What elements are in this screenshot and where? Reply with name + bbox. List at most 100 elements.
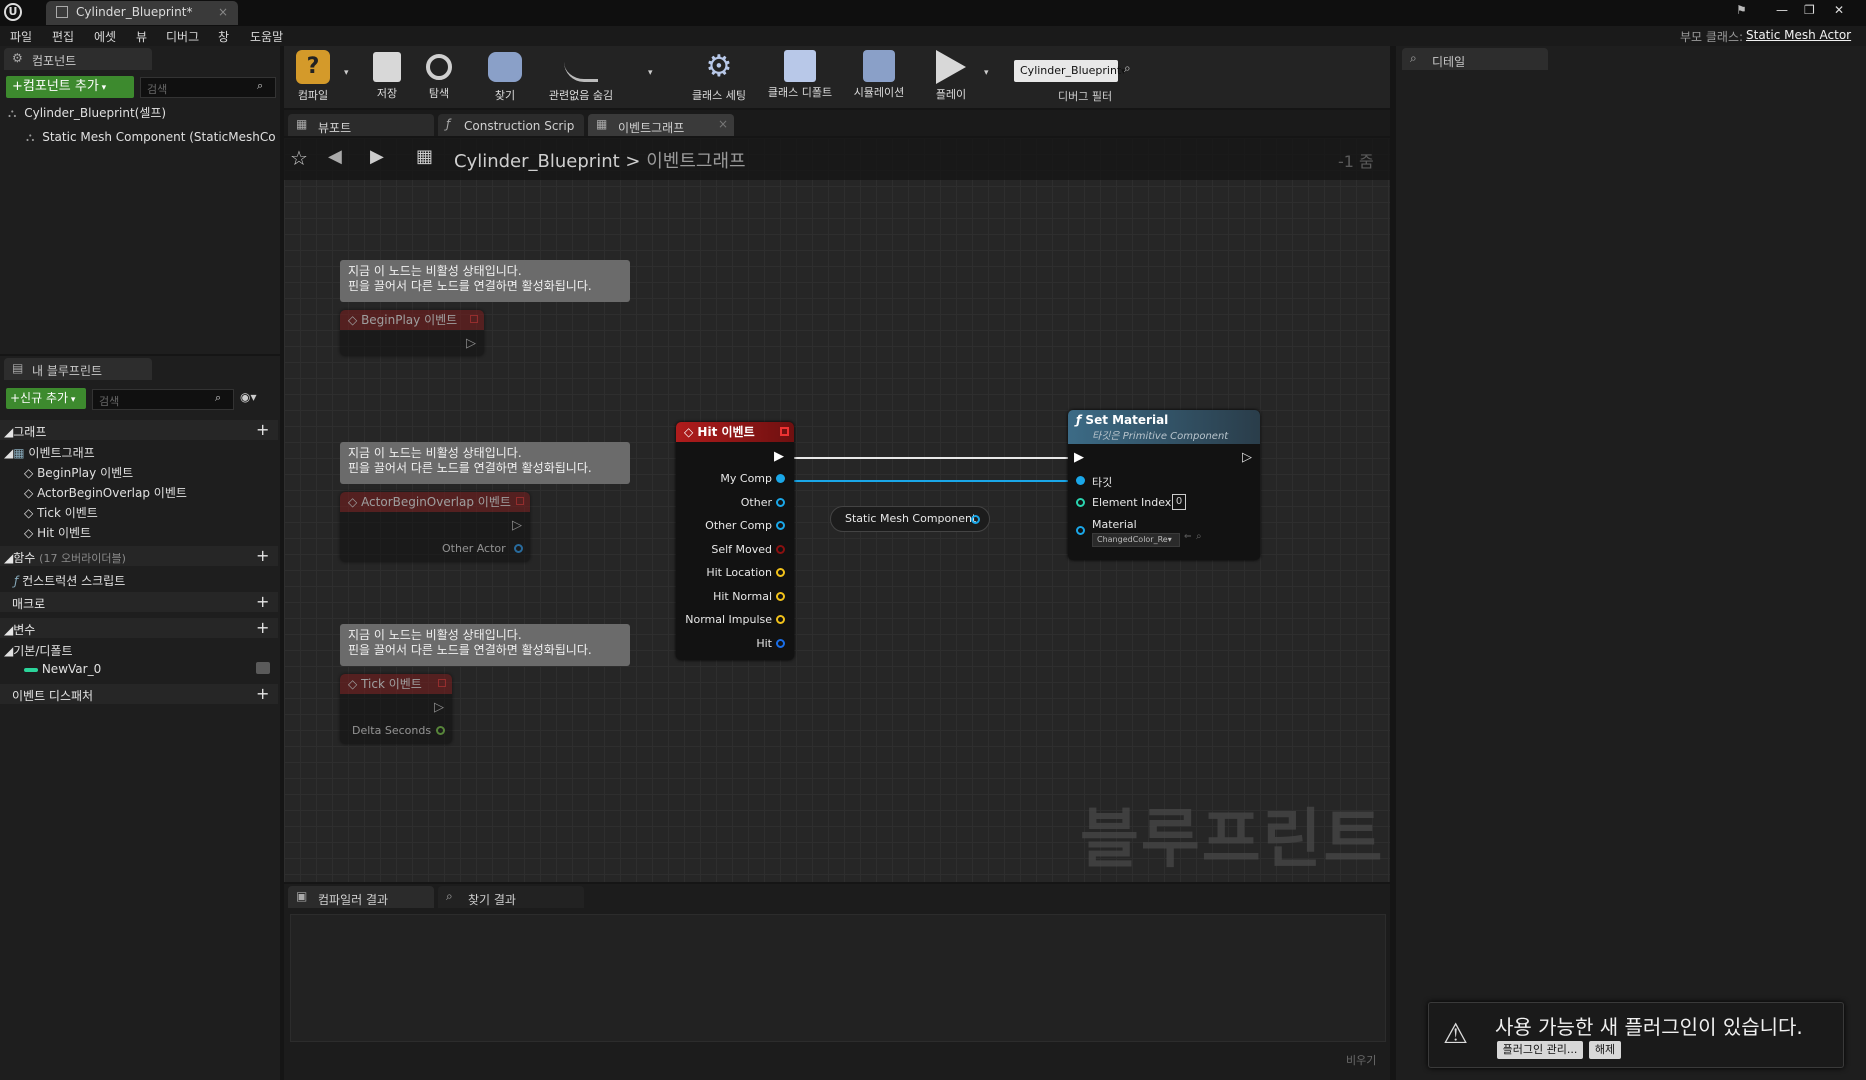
parent-class-link[interactable]: Static Mesh Actor: [1746, 28, 1851, 42]
construction-script-item[interactable]: ƒ 컨스트럭션 스크립트: [14, 572, 125, 589]
section-graphs[interactable]: ◢그래프 +: [0, 420, 278, 440]
add-graph-plus-icon[interactable]: +: [256, 420, 269, 439]
hide-unrelated-chevron-icon[interactable]: ▾: [648, 68, 653, 78]
object-pin-icon[interactable]: [1076, 476, 1085, 485]
add-component-button[interactable]: +컴포넌트 추가 ▾: [6, 76, 134, 98]
compile-button[interactable]: ? 컴파일: [288, 50, 338, 103]
add-variable-plus-icon[interactable]: +: [256, 618, 269, 637]
menu-view[interactable]: 뷰: [136, 28, 147, 45]
delegate-pin-icon[interactable]: [780, 427, 789, 436]
event-graph-label: 이벤트그래프: [28, 446, 95, 460]
debug-object-dropdown[interactable]: Cylinder_Blueprint▾: [1014, 60, 1126, 82]
event-item-overlap[interactable]: ◇ ActorBeginOverlap 이벤트: [24, 484, 187, 501]
blueprint-search-input[interactable]: 검색 ⌕: [92, 389, 234, 410]
close-window-icon[interactable]: ✕: [1834, 3, 1844, 17]
browse-button[interactable]: 탐색: [414, 50, 464, 101]
class-settings-button[interactable]: ⚙ 클래스 세팅: [684, 50, 754, 103]
exec-in-pin-icon[interactable]: ▶: [1074, 450, 1084, 465]
play-options-chevron-icon[interactable]: ▾: [984, 68, 989, 78]
event-graph-item[interactable]: ◢▦ 이벤트그래프: [4, 444, 95, 461]
simulation-button[interactable]: 시뮬레이션: [844, 50, 914, 100]
tab-construction-script[interactable]: ƒ Construction Scrip: [438, 114, 584, 136]
tab-event-graph[interactable]: ▦ 이벤트그래프 ×: [588, 114, 734, 136]
components-tab[interactable]: ⚙ 컴포넌트: [4, 48, 152, 70]
add-function-plus-icon[interactable]: +: [256, 546, 269, 565]
class-defaults-button[interactable]: 클래스 디폴트: [762, 50, 838, 100]
add-dispatcher-plus-icon[interactable]: +: [256, 684, 269, 703]
vector-pin-icon[interactable]: [776, 592, 785, 601]
unreal-logo-icon[interactable]: U: [4, 3, 22, 21]
vector-pin-icon[interactable]: [776, 615, 785, 624]
object-pin-icon[interactable]: [776, 521, 785, 530]
object-pin-icon[interactable]: [971, 515, 980, 524]
event-item-hit[interactable]: ◇ Hit 이벤트: [24, 524, 91, 541]
vector-pin-icon[interactable]: [776, 568, 785, 577]
document-tab[interactable]: Cylinder_Blueprint* ×: [46, 1, 238, 25]
tab-viewport[interactable]: ▦ 뷰포트: [288, 114, 434, 136]
play-label: 플레이: [935, 88, 967, 101]
section-variables[interactable]: ◢변수 +: [0, 618, 278, 638]
dismiss-button[interactable]: 해제: [1589, 1041, 1621, 1059]
section-dispatchers[interactable]: 이벤트 디스패처 +: [0, 684, 278, 704]
close-tab-icon[interactable]: ×: [718, 117, 728, 131]
feedback-icon[interactable]: ⚑: [1736, 3, 1747, 17]
element-index-input[interactable]: 0: [1172, 494, 1186, 510]
object-pin-icon[interactable]: [776, 498, 785, 507]
event-item-beginplay[interactable]: ◇ BeginPlay 이벤트: [24, 464, 133, 481]
node-set-material[interactable]: ƒ Set Material 타깃은 Primitive Component ▶…: [1068, 410, 1260, 560]
event-graph-canvas[interactable]: ☆ ◀ ▶ ▦ Cylinder_Blueprint > 이벤트그래프 -1 줌…: [284, 138, 1390, 882]
exec-out-pin-icon[interactable]: ▷: [1242, 450, 1252, 465]
compile-options-chevron-icon[interactable]: ▾: [344, 68, 349, 78]
struct-pin-icon[interactable]: [776, 639, 785, 648]
hide-unrelated-icon: [564, 52, 598, 82]
component-search-input[interactable]: 검색 ⌕: [140, 77, 276, 98]
variable-category[interactable]: ◢기본/디폴트: [4, 642, 72, 659]
my-blueprint-tab[interactable]: ▤ 내 블루프린트: [4, 358, 152, 380]
add-macro-plus-icon[interactable]: +: [256, 592, 269, 611]
construction-script-label: 컨스트럭션 스크립트: [22, 574, 126, 588]
material-asset-dropdown[interactable]: ChangedColor_Re▾: [1092, 533, 1180, 547]
manage-plugins-button[interactable]: 플러그인 관리...: [1497, 1041, 1583, 1059]
int-pin-icon[interactable]: [1076, 498, 1085, 507]
section-functions[interactable]: ◢함수 (17 오버라이더블) +: [0, 546, 278, 566]
details-tab[interactable]: ⌕ 디테일: [1402, 48, 1548, 70]
event-item-tick[interactable]: ◇ Tick 이벤트: [24, 504, 98, 521]
bool-pin-icon[interactable]: [776, 545, 785, 554]
minimize-icon[interactable]: —: [1776, 3, 1788, 17]
variable-visibility-icon[interactable]: [256, 662, 270, 674]
object-pin-icon[interactable]: [1076, 526, 1085, 535]
editor-tabs-bar: ▦ 뷰포트 ƒ Construction Scrip ▦ 이벤트그래프 ×: [284, 110, 1390, 136]
node-static-mesh-component[interactable]: Static Mesh Component: [830, 506, 990, 532]
view-options-eye-icon[interactable]: ◉▾: [240, 390, 257, 404]
search-icon: ⌕: [446, 889, 453, 903]
menu-edit[interactable]: 편집: [52, 28, 74, 45]
variable-item[interactable]: NewVar_0: [24, 662, 101, 676]
clear-button[interactable]: 비우기: [1346, 1052, 1376, 1068]
menu-debug[interactable]: 디버그: [166, 28, 199, 45]
menu-help[interactable]: 도움말: [250, 28, 283, 45]
hide-unrelated-button[interactable]: 관련없음 숨김: [536, 50, 626, 103]
node-hit-event[interactable]: ◇ Hit 이벤트 ▶ My Comp Other Other Comp Sel…: [676, 422, 794, 660]
find-button[interactable]: 찾기: [480, 50, 530, 103]
restore-icon[interactable]: ❐: [1804, 3, 1815, 17]
close-tab-icon[interactable]: ×: [218, 5, 228, 19]
component-root[interactable]: ⛬ Cylinder_Blueprint(셀프): [8, 104, 166, 121]
menu-asset[interactable]: 에셋: [94, 28, 116, 45]
save-button[interactable]: 저장: [362, 50, 412, 101]
menu-window[interactable]: 창: [218, 28, 229, 45]
debug-search-icon[interactable]: ⌕: [1124, 61, 1131, 76]
tab-compiler-results[interactable]: ▣ 컴파일러 결과: [288, 886, 434, 908]
add-new-button[interactable]: +신규 추가 ▾: [6, 388, 86, 409]
pin-label: Material: [1092, 518, 1137, 531]
component-child[interactable]: ⛬ Static Mesh Component (StaticMeshComp: [26, 130, 276, 145]
object-pin-icon[interactable]: [776, 474, 785, 483]
debug-filter-label: 디버그 필터: [1058, 90, 1113, 103]
browse-asset-icon[interactable]: ⌕: [1196, 531, 1202, 542]
static-mesh-icon: ⛬: [26, 130, 35, 144]
exec-out-pin-icon[interactable]: ▶: [774, 449, 784, 464]
menu-file[interactable]: 파일: [10, 28, 32, 45]
play-button[interactable]: 플레이: [924, 50, 978, 102]
use-asset-arrow-icon[interactable]: ⇐: [1184, 532, 1192, 542]
tab-find-results[interactable]: ⌕ 찾기 결과: [438, 886, 584, 908]
section-macros[interactable]: 매크로 +: [0, 592, 278, 612]
